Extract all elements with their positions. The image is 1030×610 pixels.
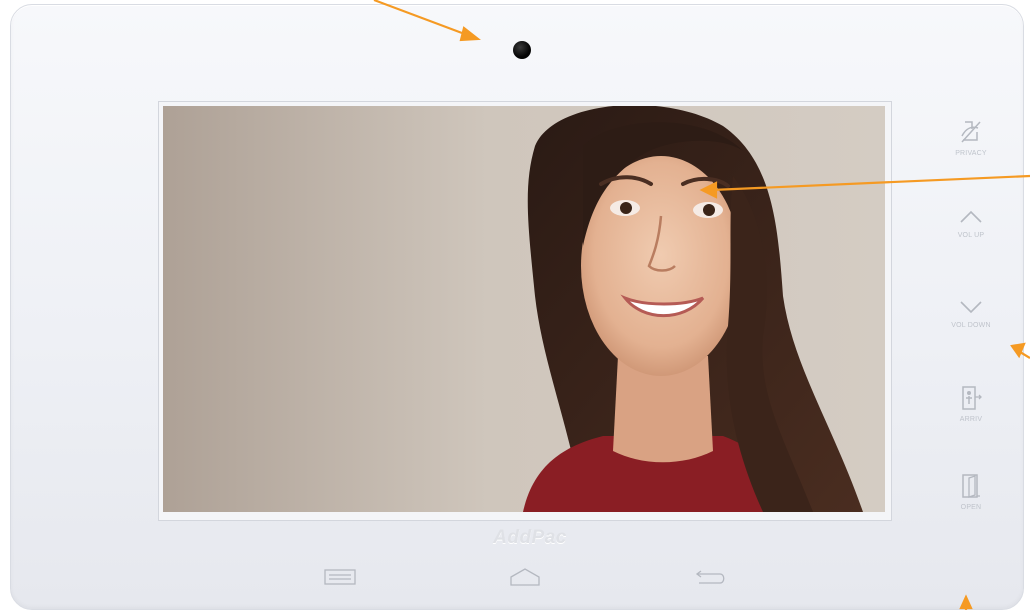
arrival-label: ARRIV — [959, 416, 983, 423]
back-button[interactable] — [694, 566, 728, 588]
vol-down-label: VOL DOWN — [951, 322, 991, 329]
home-icon — [510, 568, 540, 586]
open-door-button[interactable]: OPEN — [940, 472, 1002, 540]
video-display[interactable] — [163, 106, 885, 512]
brand-logo: AddPac — [493, 527, 567, 548]
chevron-up-icon — [960, 210, 982, 223]
privacy-icon — [961, 121, 981, 143]
privacy-label: PRIVACY — [955, 150, 987, 157]
open-label: OPEN — [960, 504, 982, 511]
chevron-down-icon — [960, 301, 982, 314]
vol-down-button[interactable]: VOL DOWN — [940, 296, 1002, 364]
front-camera — [513, 41, 531, 59]
vol-up-button[interactable]: VOL UP — [940, 206, 1002, 274]
vol-up-label: VOL UP — [957, 232, 985, 239]
menu-button[interactable] — [323, 566, 357, 588]
home-button[interactable] — [508, 566, 542, 588]
door-open-icon — [962, 474, 980, 498]
door-person-icon — [962, 386, 982, 410]
back-icon — [695, 570, 725, 584]
arrival-button[interactable]: ARRIV — [940, 384, 1002, 452]
privacy-button[interactable]: PRIVACY — [940, 118, 1002, 186]
menu-icon — [324, 569, 356, 585]
visitor-video-feed — [163, 106, 885, 512]
